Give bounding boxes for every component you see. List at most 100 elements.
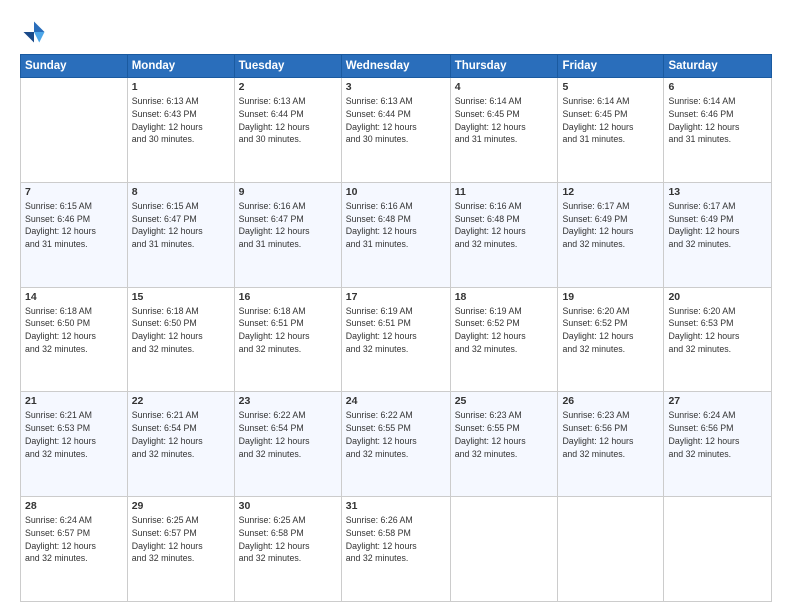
day-info: Sunrise: 6:19 AM Sunset: 6:51 PM Dayligh… <box>346 305 446 356</box>
calendar-cell: 24 Sunrise: 6:22 AM Sunset: 6:55 PM Dayli… <box>341 392 450 497</box>
day-info: Sunrise: 6:19 AM Sunset: 6:52 PM Dayligh… <box>455 305 554 356</box>
day-number: 13 <box>668 186 767 198</box>
calendar-week-4: 21Sunrise: 6:21 AM Sunset: 6:53 PM Dayli… <box>21 392 772 497</box>
calendar-cell <box>21 78 128 183</box>
calendar-week-5: 28Sunrise: 6:24 AM Sunset: 6:57 PM Dayli… <box>21 497 772 602</box>
calendar-cell: 21Sunrise: 6:21 AM Sunset: 6:53 PM Dayli… <box>21 392 128 497</box>
calendar-cell <box>450 497 558 602</box>
weekday-row: SundayMondayTuesdayWednesdayThursdayFrid… <box>21 55 772 78</box>
calendar-cell: 8Sunrise: 6:15 AM Sunset: 6:47 PM Daylig… <box>127 182 234 287</box>
day-number: 3 <box>346 81 446 93</box>
page: SundayMondayTuesdayWednesdayThursdayFrid… <box>0 0 792 612</box>
calendar-cell <box>664 497 772 602</box>
calendar-cell: 4 Sunrise: 6:14 AM Sunset: 6:45 PM Daylig… <box>450 78 558 183</box>
day-number: 22 <box>132 395 230 407</box>
day-number: 2 <box>239 81 337 93</box>
weekday-header-saturday: Saturday <box>664 55 772 78</box>
weekday-header-thursday: Thursday <box>450 55 558 78</box>
day-number: 15 <box>132 291 230 303</box>
day-number: 10 <box>346 186 446 198</box>
header <box>20 18 772 46</box>
calendar-cell: 7 Sunrise: 6:15 AM Sunset: 6:46 PM Daylig… <box>21 182 128 287</box>
day-info: Sunrise: 6:17 AM Sunset: 6:49 PM Dayligh… <box>668 200 767 251</box>
calendar-week-3: 14 Sunrise: 6:18 AM Sunset: 6:50 PM Dayli… <box>21 287 772 392</box>
calendar-week-2: 7 Sunrise: 6:15 AM Sunset: 6:46 PM Daylig… <box>21 182 772 287</box>
day-info: Sunrise: 6:23 AM Sunset: 6:55 PM Dayligh… <box>455 409 554 460</box>
weekday-header-monday: Monday <box>127 55 234 78</box>
calendar-cell: 1 Sunrise: 6:13 AM Sunset: 6:43 PM Daylig… <box>127 78 234 183</box>
calendar-cell: 31Sunrise: 6:26 AM Sunset: 6:58 PM Dayli… <box>341 497 450 602</box>
day-number: 16 <box>239 291 337 303</box>
day-number: 1 <box>132 81 230 93</box>
calendar-cell: 6 Sunrise: 6:14 AM Sunset: 6:46 PM Daylig… <box>664 78 772 183</box>
day-info: Sunrise: 6:15 AM Sunset: 6:46 PM Dayligh… <box>25 200 123 251</box>
day-info: Sunrise: 6:16 AM Sunset: 6:47 PM Dayligh… <box>239 200 337 251</box>
calendar-cell: 14 Sunrise: 6:18 AM Sunset: 6:50 PM Dayli… <box>21 287 128 392</box>
day-info: Sunrise: 6:21 AM Sunset: 6:54 PM Dayligh… <box>132 409 230 460</box>
day-info: Sunrise: 6:21 AM Sunset: 6:53 PM Dayligh… <box>25 409 123 460</box>
calendar-header: SundayMondayTuesdayWednesdayThursdayFrid… <box>21 55 772 78</box>
day-number: 25 <box>455 395 554 407</box>
day-number: 12 <box>562 186 659 198</box>
calendar-week-1: 1 Sunrise: 6:13 AM Sunset: 6:43 PM Daylig… <box>21 78 772 183</box>
logo <box>20 18 52 46</box>
calendar-cell: 19 Sunrise: 6:20 AM Sunset: 6:52 PM Dayli… <box>558 287 664 392</box>
calendar-cell: 16 Sunrise: 6:18 AM Sunset: 6:51 PM Dayli… <box>234 287 341 392</box>
logo-icon <box>20 18 48 46</box>
calendar-cell: 2 Sunrise: 6:13 AM Sunset: 6:44 PM Daylig… <box>234 78 341 183</box>
day-info: Sunrise: 6:16 AM Sunset: 6:48 PM Dayligh… <box>455 200 554 251</box>
day-info: Sunrise: 6:26 AM Sunset: 6:58 PM Dayligh… <box>346 514 446 565</box>
day-info: Sunrise: 6:23 AM Sunset: 6:56 PM Dayligh… <box>562 409 659 460</box>
day-number: 30 <box>239 500 337 512</box>
day-info: Sunrise: 6:24 AM Sunset: 6:56 PM Dayligh… <box>668 409 767 460</box>
day-number: 6 <box>668 81 767 93</box>
day-info: Sunrise: 6:25 AM Sunset: 6:57 PM Dayligh… <box>132 514 230 565</box>
day-number: 23 <box>239 395 337 407</box>
calendar-cell: 15 Sunrise: 6:18 AM Sunset: 6:50 PM Dayli… <box>127 287 234 392</box>
day-info: Sunrise: 6:15 AM Sunset: 6:47 PM Dayligh… <box>132 200 230 251</box>
calendar-cell: 17Sunrise: 6:19 AM Sunset: 6:51 PM Dayli… <box>341 287 450 392</box>
calendar-cell: 23 Sunrise: 6:22 AM Sunset: 6:54 PM Dayli… <box>234 392 341 497</box>
calendar-cell: 13 Sunrise: 6:17 AM Sunset: 6:49 PM Dayli… <box>664 182 772 287</box>
day-info: Sunrise: 6:25 AM Sunset: 6:58 PM Dayligh… <box>239 514 337 565</box>
day-info: Sunrise: 6:13 AM Sunset: 6:44 PM Dayligh… <box>239 95 337 146</box>
weekday-header-wednesday: Wednesday <box>341 55 450 78</box>
calendar-cell: 25 Sunrise: 6:23 AM Sunset: 6:55 PM Dayli… <box>450 392 558 497</box>
day-number: 7 <box>25 186 123 198</box>
day-info: Sunrise: 6:18 AM Sunset: 6:50 PM Dayligh… <box>25 305 123 356</box>
day-number: 14 <box>25 291 123 303</box>
calendar-cell: 10 Sunrise: 6:16 AM Sunset: 6:48 PM Dayli… <box>341 182 450 287</box>
weekday-header-tuesday: Tuesday <box>234 55 341 78</box>
day-info: Sunrise: 6:16 AM Sunset: 6:48 PM Dayligh… <box>346 200 446 251</box>
calendar-cell: 22 Sunrise: 6:21 AM Sunset: 6:54 PM Dayli… <box>127 392 234 497</box>
day-info: Sunrise: 6:18 AM Sunset: 6:50 PM Dayligh… <box>132 305 230 356</box>
calendar-cell: 28Sunrise: 6:24 AM Sunset: 6:57 PM Dayli… <box>21 497 128 602</box>
calendar-cell: 9 Sunrise: 6:16 AM Sunset: 6:47 PM Daylig… <box>234 182 341 287</box>
calendar-cell: 26 Sunrise: 6:23 AM Sunset: 6:56 PM Dayli… <box>558 392 664 497</box>
calendar-cell: 5Sunrise: 6:14 AM Sunset: 6:45 PM Daylig… <box>558 78 664 183</box>
weekday-header-sunday: Sunday <box>21 55 128 78</box>
day-number: 18 <box>455 291 554 303</box>
day-info: Sunrise: 6:14 AM Sunset: 6:46 PM Dayligh… <box>668 95 767 146</box>
day-info: Sunrise: 6:13 AM Sunset: 6:43 PM Dayligh… <box>132 95 230 146</box>
calendar-cell: 11 Sunrise: 6:16 AM Sunset: 6:48 PM Dayli… <box>450 182 558 287</box>
calendar-cell: 3Sunrise: 6:13 AM Sunset: 6:44 PM Daylig… <box>341 78 450 183</box>
day-info: Sunrise: 6:18 AM Sunset: 6:51 PM Dayligh… <box>239 305 337 356</box>
calendar-cell: 20Sunrise: 6:20 AM Sunset: 6:53 PM Dayli… <box>664 287 772 392</box>
day-info: Sunrise: 6:22 AM Sunset: 6:55 PM Dayligh… <box>346 409 446 460</box>
calendar-cell: 27Sunrise: 6:24 AM Sunset: 6:56 PM Dayli… <box>664 392 772 497</box>
day-info: Sunrise: 6:14 AM Sunset: 6:45 PM Dayligh… <box>455 95 554 146</box>
calendar-cell <box>558 497 664 602</box>
day-info: Sunrise: 6:22 AM Sunset: 6:54 PM Dayligh… <box>239 409 337 460</box>
day-number: 11 <box>455 186 554 198</box>
day-number: 4 <box>455 81 554 93</box>
day-number: 9 <box>239 186 337 198</box>
calendar-body: 1 Sunrise: 6:13 AM Sunset: 6:43 PM Daylig… <box>21 78 772 602</box>
day-number: 19 <box>562 291 659 303</box>
day-number: 26 <box>562 395 659 407</box>
day-number: 24 <box>346 395 446 407</box>
calendar-cell: 30 Sunrise: 6:25 AM Sunset: 6:58 PM Dayli… <box>234 497 341 602</box>
day-number: 29 <box>132 500 230 512</box>
day-info: Sunrise: 6:17 AM Sunset: 6:49 PM Dayligh… <box>562 200 659 251</box>
day-info: Sunrise: 6:20 AM Sunset: 6:52 PM Dayligh… <box>562 305 659 356</box>
